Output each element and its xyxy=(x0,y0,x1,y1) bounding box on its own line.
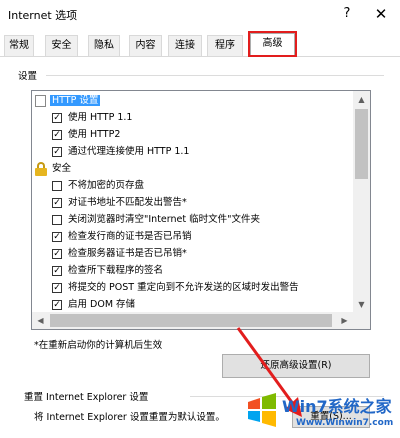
list-item[interactable]: 关闭浏览器时清空"Internet 临时文件"文件夹 xyxy=(32,212,353,228)
tab-privacy[interactable]: 隐私 xyxy=(88,35,120,56)
scroll-up-icon[interactable]: ▲ xyxy=(353,91,370,108)
windows-logo-icon xyxy=(248,393,276,427)
list-item[interactable]: ✓ 将提交的 POST 重定向到不允许发送的区域时发出警告 xyxy=(32,280,353,296)
scroll-down-icon[interactable]: ▼ xyxy=(353,296,370,313)
reset-section-label: 重置 Internet Explorer 设置 xyxy=(24,392,149,403)
tab-content[interactable]: 内容 xyxy=(129,35,162,56)
watermark: Win7系统之家 Www.Winwin7.com xyxy=(244,386,400,438)
settings-divider xyxy=(46,75,384,76)
checkbox[interactable]: ✓ xyxy=(52,147,62,157)
vertical-scrollbar[interactable]: ▲ ▼ xyxy=(353,91,370,313)
tab-strip: 常规 安全 隐私 内容 连接 程序 高级 xyxy=(0,33,400,57)
reset-description: 将 Internet Explorer 设置重置为默认设置。 xyxy=(34,412,225,423)
tab-connections[interactable]: 连接 xyxy=(168,35,202,56)
list-item[interactable]: 不将加密的页存盘 xyxy=(32,178,353,194)
window-title: Internet 选项 xyxy=(8,9,78,22)
list-item[interactable]: ✓ 检查发行商的证书是否已吊销 xyxy=(32,229,353,245)
document-icon xyxy=(35,95,46,107)
tab-advanced[interactable]: 高级 xyxy=(250,33,295,57)
checkbox[interactable]: ✓ xyxy=(52,300,62,310)
checkbox[interactable]: ✓ xyxy=(52,249,62,259)
list-item[interactable]: ✓ 检查所下载程序的签名 xyxy=(32,263,353,279)
list-item[interactable]: ✓ 对证书地址不匹配发出警告* xyxy=(32,195,353,211)
checkbox[interactable]: ✓ xyxy=(52,113,62,123)
restore-advanced-settings-button[interactable]: 还原高级设置(R) xyxy=(222,354,370,378)
group-header-security: 安全 xyxy=(32,161,353,177)
vertical-scroll-thumb[interactable] xyxy=(355,109,368,179)
checkbox[interactable]: ✓ xyxy=(52,198,62,208)
watermark-url: Www.Winwin7.com xyxy=(296,418,394,428)
checkbox[interactable]: ✓ xyxy=(52,130,62,140)
list-item[interactable]: ✓ 通过代理连接使用 HTTP 1.1 xyxy=(32,144,353,160)
tab-general[interactable]: 常规 xyxy=(4,35,34,56)
title-bar: Internet 选项 ? ✕ xyxy=(0,0,400,30)
list-item[interactable]: ✓ 启用 DOM 存储 xyxy=(32,297,353,313)
tab-programs[interactable]: 程序 xyxy=(207,35,243,56)
lock-icon xyxy=(35,162,47,176)
checkbox[interactable] xyxy=(52,181,62,191)
checkbox[interactable] xyxy=(52,215,62,225)
horizontal-scrollbar[interactable]: ◀ ▶ xyxy=(32,312,353,329)
horizontal-scroll-thumb[interactable] xyxy=(50,314,332,327)
checkbox[interactable]: ✓ xyxy=(52,232,62,242)
list-item[interactable]: ✓ 检查服务器证书是否已吊销* xyxy=(32,246,353,262)
help-button[interactable]: ? xyxy=(336,4,358,24)
settings-label: 设置 xyxy=(18,71,38,82)
group-title-security: 安全 xyxy=(52,163,72,174)
list-item[interactable]: ✓ 使用 HTTP2 xyxy=(32,127,353,143)
checkbox[interactable]: ✓ xyxy=(52,266,62,276)
list-item[interactable]: ✓ 使用 HTTP 1.1 xyxy=(32,110,353,126)
restart-note: *在重新启动你的计算机后生效 xyxy=(34,340,163,351)
settings-list[interactable]: HTTP 设置 ✓ 使用 HTTP 1.1 ✓ 使用 HTTP2 ✓ 通过代理连… xyxy=(31,90,371,330)
checkbox[interactable]: ✓ xyxy=(52,283,62,293)
scroll-left-icon[interactable]: ◀ xyxy=(32,312,49,329)
group-title-http: HTTP 设置 xyxy=(50,95,101,106)
scroll-right-icon[interactable]: ▶ xyxy=(336,312,353,329)
tab-security[interactable]: 安全 xyxy=(45,35,78,56)
close-button[interactable]: ✕ xyxy=(370,4,392,24)
scroll-corner xyxy=(353,312,370,329)
group-header-http: HTTP 设置 xyxy=(32,93,353,109)
watermark-text: Win7系统之家 xyxy=(282,397,392,416)
